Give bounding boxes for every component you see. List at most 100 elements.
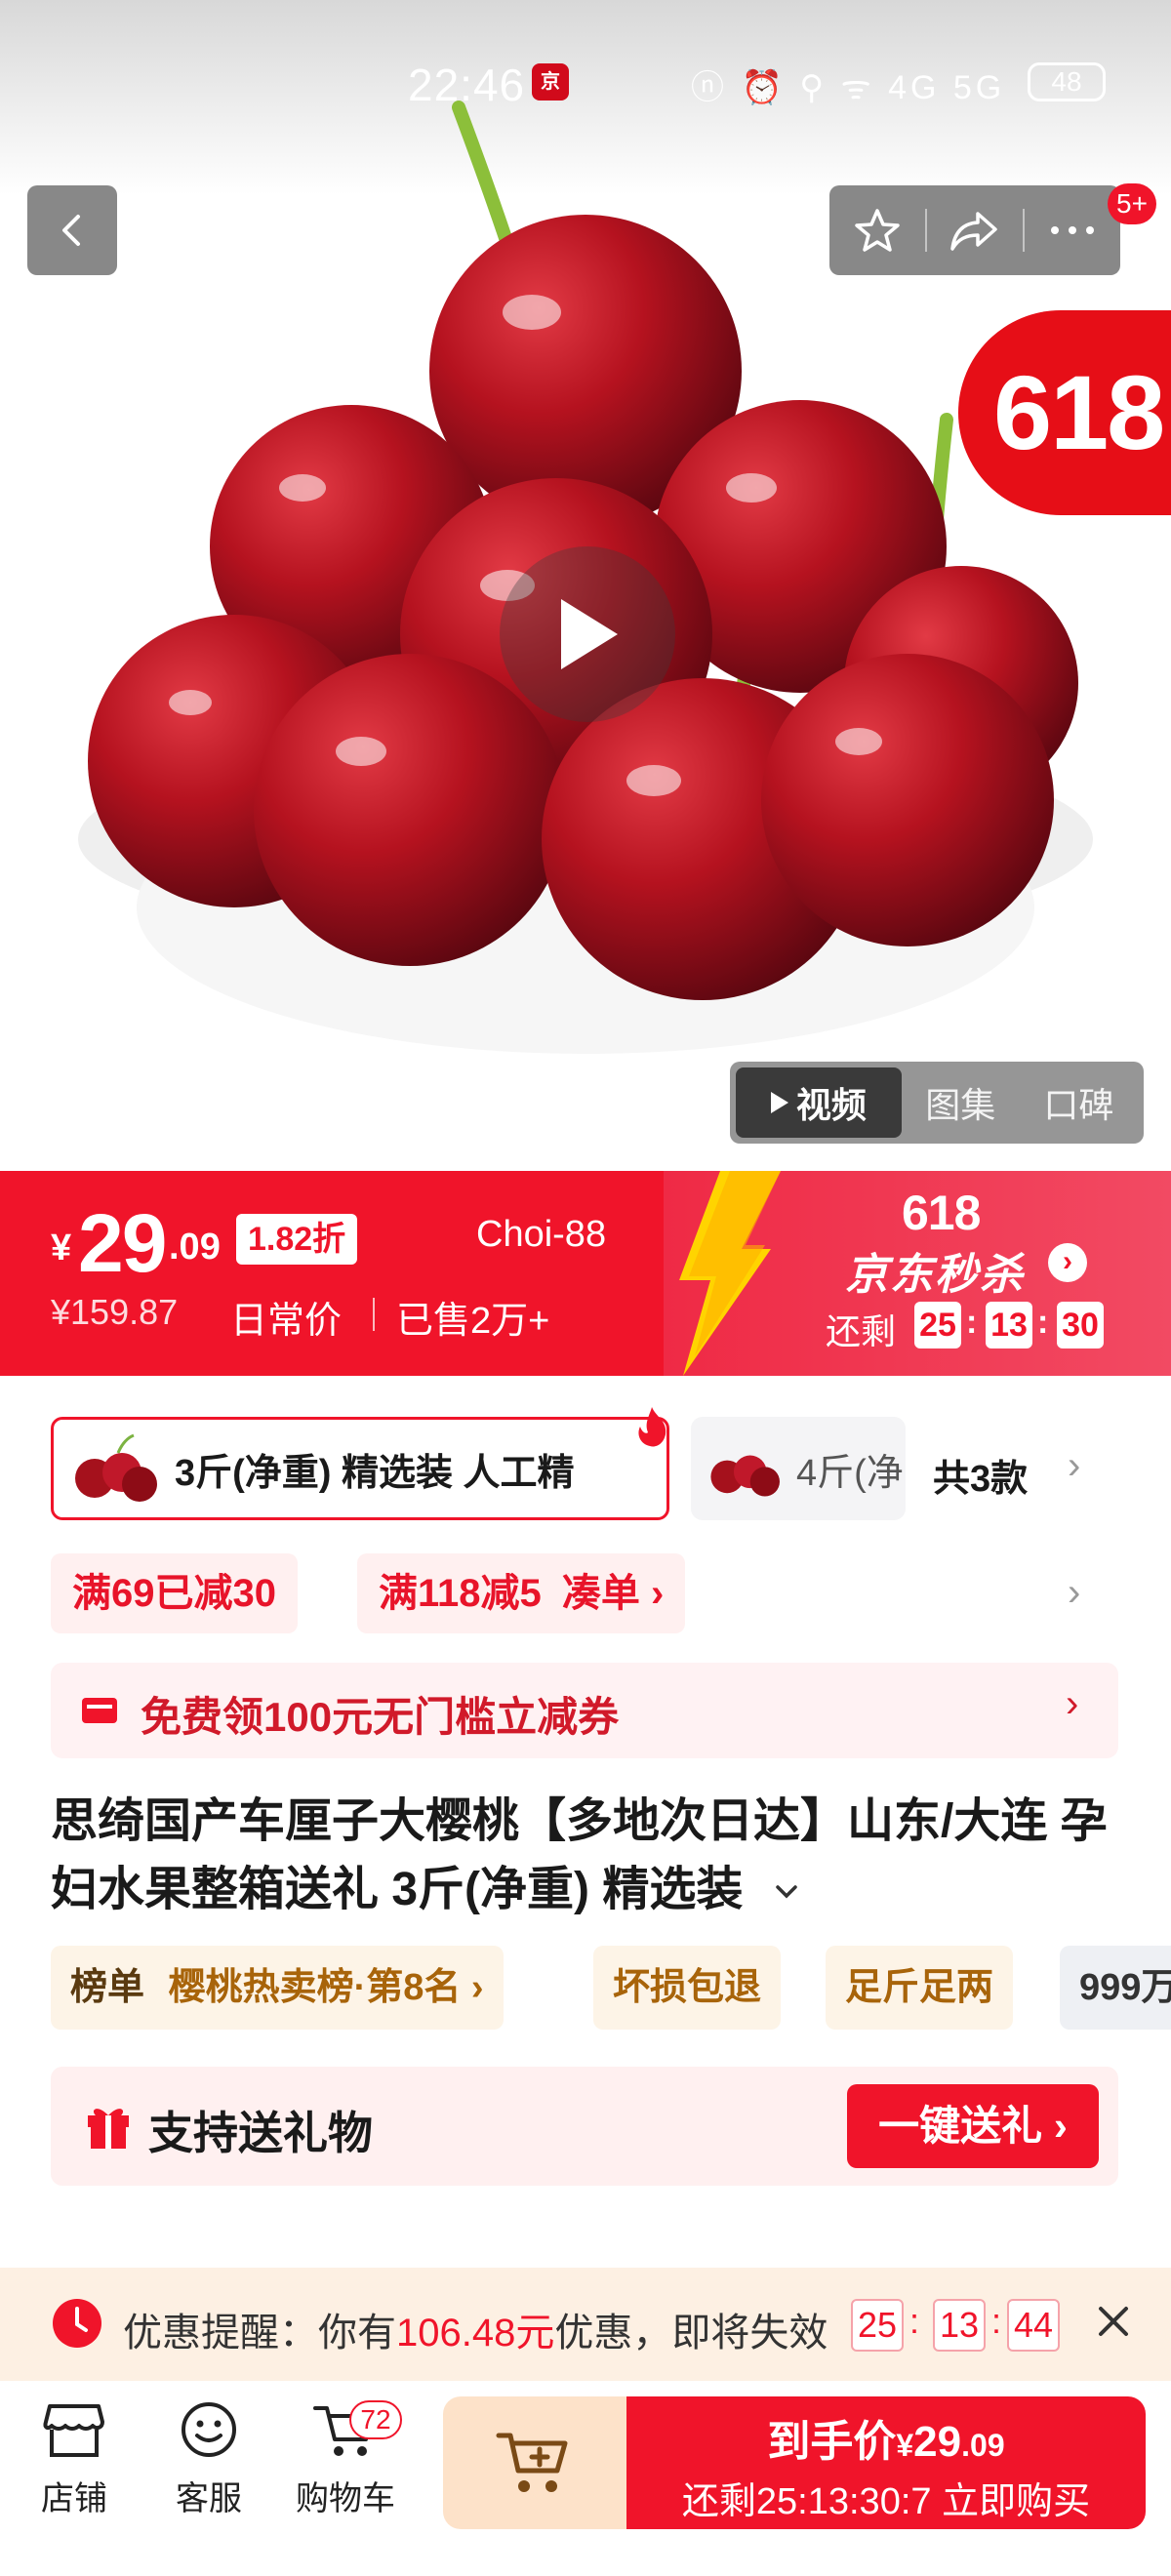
reminder-suffix: 优惠，即将失效 [554,2312,828,2355]
more-dots-icon [1051,226,1094,234]
bottom-action-bar: 店铺 客服 购物车 72 到手价¥29.09 还剩25:13:30:7 立即购买 [0,2381,1171,2576]
buy-price-label: 到手价 [767,2418,897,2466]
more-button[interactable] [1025,185,1120,275]
gift-icon [88,2109,129,2149]
sku-option-label: 4斤(净 [796,1452,904,1494]
sku-selected-label: 3斤(净重) 精选装 人工精 [175,1452,575,1494]
tab-reviews[interactable]: 口碑 [1020,1067,1138,1138]
price-currency: ¥ [51,1228,72,1268]
weight-guarantee-label: 足斤足两 [845,1967,994,2008]
reminder-hours: 25 [851,2299,904,2352]
reminder-text: 优惠提醒：你有106.48元优惠，即将失效 [123,2301,828,2357]
buy-price-integer: 29 [913,2418,962,2466]
seckill-title: 京东秒杀 [845,1251,1025,1299]
chevron-right-icon[interactable]: › [1048,1243,1087,1282]
promo-618-badge: 618 [958,310,1171,515]
lightning-icon [679,1171,781,1376]
tab-video-label: 视频 [795,1085,867,1125]
countdown-seconds: 30 [1057,1302,1104,1348]
coupon-text: 免费领100元无门槛立减券 [141,1694,620,1740]
nav-store[interactable]: 店铺 [16,2400,133,2519]
play-video-button[interactable] [500,546,675,722]
tab-reviews-label: 口碑 [1043,1085,1114,1125]
original-price: ¥159.87 [51,1292,179,1332]
product-title-text: 思绮国产车厘子大樱桃【多地次日达】山东/大连 孕妇水果整箱送礼 3斤(净重) 精… [51,1795,1108,1915]
clock-icon [53,2299,101,2348]
sku-thumbnail [710,1455,780,1497]
chevron-right-icon[interactable]: › [1068,1571,1080,1615]
buy-price-line: 到手价¥29.09 [626,2406,1146,2469]
share-icon [950,212,997,251]
countdown-colon: : [966,1304,978,1341]
cart-count-badge: 72 [349,2400,402,2439]
price-integer: 29 [78,1197,167,1289]
tab-video[interactable]: 视频 [736,1067,902,1138]
customer-service-icon [182,2402,236,2457]
coupon-code: Choi-88 [476,1214,607,1255]
back-button[interactable] [27,185,117,275]
more-badge[interactable]: 999万 [1060,1946,1171,2030]
fire-icon [638,1407,666,1447]
promo-tag-addon[interactable]: 满118减5 凑单 › [357,1553,686,1633]
signal-icons: ⓝ ⏰ ⚲ ᯤ 4G 5G [691,69,1006,106]
play-icon [561,599,618,669]
tab-gallery[interactable]: 图集 [902,1067,1020,1138]
chevron-down-icon[interactable] [770,1875,803,1909]
original-price-label: 日常价 [230,1301,343,1342]
status-bar: 22:46 京 ⓝ ⏰ ⚲ ᯤ 4G 5G 48 [0,49,1171,117]
price-banner: ¥ 29 .09 1.82折 Choi-88 ¥159.87 日常价 已售2万+… [0,1171,1171,1376]
send-gift-button[interactable]: 一键送礼 › [847,2084,1099,2168]
reminder-seconds: 44 [1007,2299,1060,2352]
promo-tag-applied[interactable]: 满69已减30 [51,1553,298,1633]
play-triangle-icon [770,1092,788,1113]
countdown-hours: 25 [914,1302,961,1348]
nav-store-label: 店铺 [41,2480,107,2517]
ranking-badge[interactable]: 榜单 樱桃热卖榜·第8名 › [51,1946,504,2030]
coupon-icon [82,1698,117,1723]
coupon-bar[interactable]: 免费领100元无门槛立减券 › [51,1663,1118,1758]
top-action-group [829,185,1120,275]
chevron-right-icon[interactable]: › [1068,1444,1080,1488]
app-notification-icon: 京 [532,63,569,101]
product-title[interactable]: 思绮国产车厘子大樱桃【多地次日达】山东/大连 孕妇水果整箱送礼 3斤(净重) 精… [51,1788,1134,1924]
ranking-prefix: 榜单 [70,1967,145,2008]
sku-selector: 3斤(净重) 精选装 人工精 4斤(净 共3款 › [0,1405,1171,1520]
sold-count: 已售2万+ [396,1301,550,1342]
sku-option-selected[interactable]: 3斤(净重) 精选装 人工精 [51,1417,669,1520]
tab-gallery-label: 图集 [925,1085,996,1125]
battery-icon: 48 [1028,62,1106,101]
countdown-minutes: 13 [986,1302,1032,1348]
countdown-colon: : [991,2301,1002,2341]
sku-option[interactable]: 4斤(净 [691,1417,906,1520]
add-to-cart-button[interactable] [443,2396,628,2529]
add-cart-icon [496,2433,568,2492]
sku-total-count[interactable]: 共3款 [933,1448,1028,1502]
buy-countdown: 还剩25:13:30:7 立即购买 [681,2481,1091,2522]
promo-label: 满118减5 [379,1572,542,1615]
favorite-button[interactable] [829,185,925,275]
reminder-minutes: 13 [933,2299,986,2352]
seckill-remain-label: 还剩 [826,1311,897,1351]
product-image-gallery[interactable]: 22:46 京 ⓝ ⏰ ⚲ ᯤ 4G 5G 48 5+ 618 视频 图集 口碑 [0,0,1171,1171]
nav-customer-service[interactable]: 客服 [150,2400,267,2519]
nav-cart-label: 购物车 [296,2480,395,2517]
divider [373,1298,375,1331]
discount-tag: 1.82折 [236,1214,358,1265]
status-time: 22:46 [408,60,526,110]
gift-label: 支持送礼物 [148,2108,373,2158]
more-badge-label: 999万 [1079,1967,1171,2008]
weight-guarantee-badge[interactable]: 足斤足两 [826,1946,1014,2030]
share-button[interactable] [927,185,1023,275]
chevron-left-icon [62,215,80,246]
promo-label: 满69已减30 [72,1572,276,1615]
reminder-prefix: 优惠提醒：你有 [123,2312,396,2355]
notification-badge: 5+ [1108,183,1156,224]
countdown-colon: : [909,2301,920,2341]
damage-refund-label: 坏损包退 [613,1967,762,2008]
buy-now-button[interactable]: 到手价¥29.09 还剩25:13:30:7 立即购买 [626,2396,1146,2529]
buy-price-decimal: .09 [961,2428,1005,2463]
sku-thumbnail [75,1433,157,1502]
countdown-colon: : [1037,1304,1049,1341]
close-icon[interactable] [1089,2297,1138,2346]
damage-refund-badge[interactable]: 坏损包退 [593,1946,782,2030]
